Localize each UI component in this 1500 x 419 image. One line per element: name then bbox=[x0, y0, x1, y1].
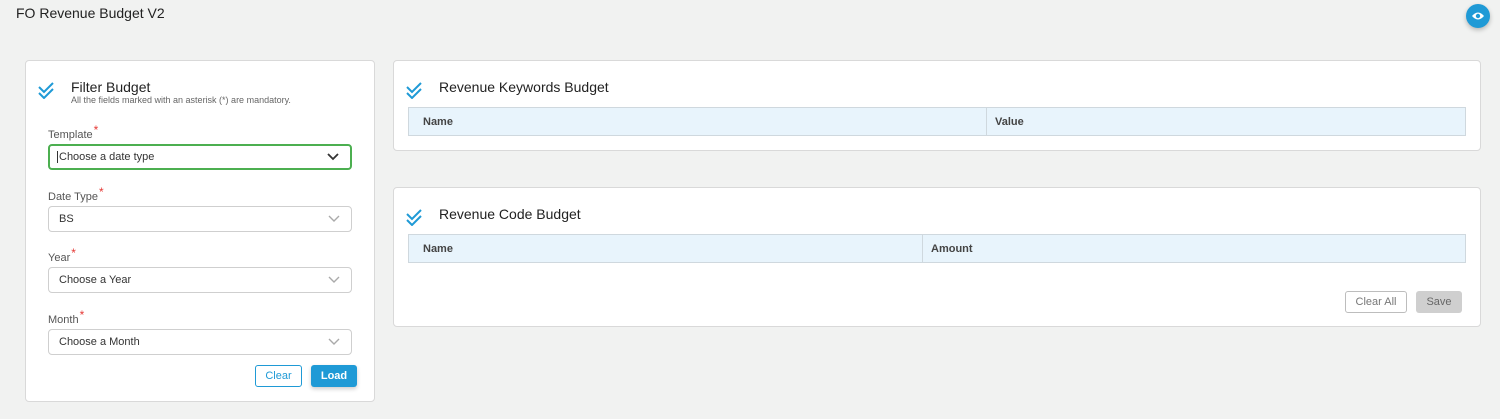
revenue-code-card: Revenue Code Budget Name Amount Clear Al… bbox=[393, 187, 1481, 327]
year-placeholder: Choose a Year bbox=[59, 274, 132, 286]
chevron-down-icon bbox=[328, 276, 340, 283]
codes-table-header: Name Amount bbox=[408, 234, 1466, 263]
template-placeholder: Choose a date type bbox=[57, 150, 155, 164]
column-value: Value bbox=[995, 115, 1024, 128]
eye-icon bbox=[1472, 12, 1484, 20]
chevron-down-icon bbox=[328, 338, 340, 345]
keywords-table-header: Name Value bbox=[408, 107, 1466, 136]
column-name: Name bbox=[409, 108, 987, 135]
view-toggle-button[interactable] bbox=[1466, 4, 1490, 28]
required-asterisk: * bbox=[79, 308, 85, 322]
clear-button[interactable]: Clear bbox=[255, 365, 302, 387]
double-check-icon bbox=[406, 209, 422, 226]
save-button[interactable]: Save bbox=[1416, 291, 1462, 313]
revenue-keywords-title: Revenue Keywords Budget bbox=[439, 79, 609, 95]
mandatory-note: All the fields marked with an asterisk (… bbox=[71, 95, 291, 105]
load-button[interactable]: Load bbox=[311, 365, 357, 387]
month-select[interactable]: Choose a Month bbox=[48, 329, 352, 355]
double-check-icon bbox=[38, 82, 54, 99]
year-label: Year* bbox=[48, 246, 76, 264]
chevron-down-icon bbox=[327, 153, 339, 161]
date-type-label: Date Type* bbox=[48, 185, 104, 203]
required-asterisk: * bbox=[93, 123, 99, 137]
column-amount: Amount bbox=[931, 242, 973, 255]
template-select[interactable]: Choose a date type bbox=[48, 144, 352, 170]
clear-all-button[interactable]: Clear All bbox=[1345, 291, 1407, 313]
filter-budget-title: Filter Budget bbox=[71, 79, 151, 95]
chevron-down-icon bbox=[328, 215, 340, 222]
column-name: Name bbox=[409, 235, 923, 262]
required-asterisk: * bbox=[71, 246, 76, 260]
date-type-value: BS bbox=[59, 213, 74, 225]
filter-budget-card: Filter Budget All the fields marked with… bbox=[25, 60, 375, 402]
year-select[interactable]: Choose a Year bbox=[48, 267, 352, 293]
date-type-select[interactable]: BS bbox=[48, 206, 352, 232]
required-asterisk: * bbox=[98, 185, 104, 199]
month-placeholder: Choose a Month bbox=[59, 336, 140, 348]
revenue-keywords-card: Revenue Keywords Budget Name Value bbox=[393, 60, 1481, 151]
month-label: Month* bbox=[48, 308, 85, 326]
double-check-icon bbox=[406, 82, 422, 99]
revenue-code-title: Revenue Code Budget bbox=[439, 206, 581, 222]
page-title: FO Revenue Budget V2 bbox=[16, 5, 165, 21]
template-label: Template* bbox=[48, 123, 99, 141]
